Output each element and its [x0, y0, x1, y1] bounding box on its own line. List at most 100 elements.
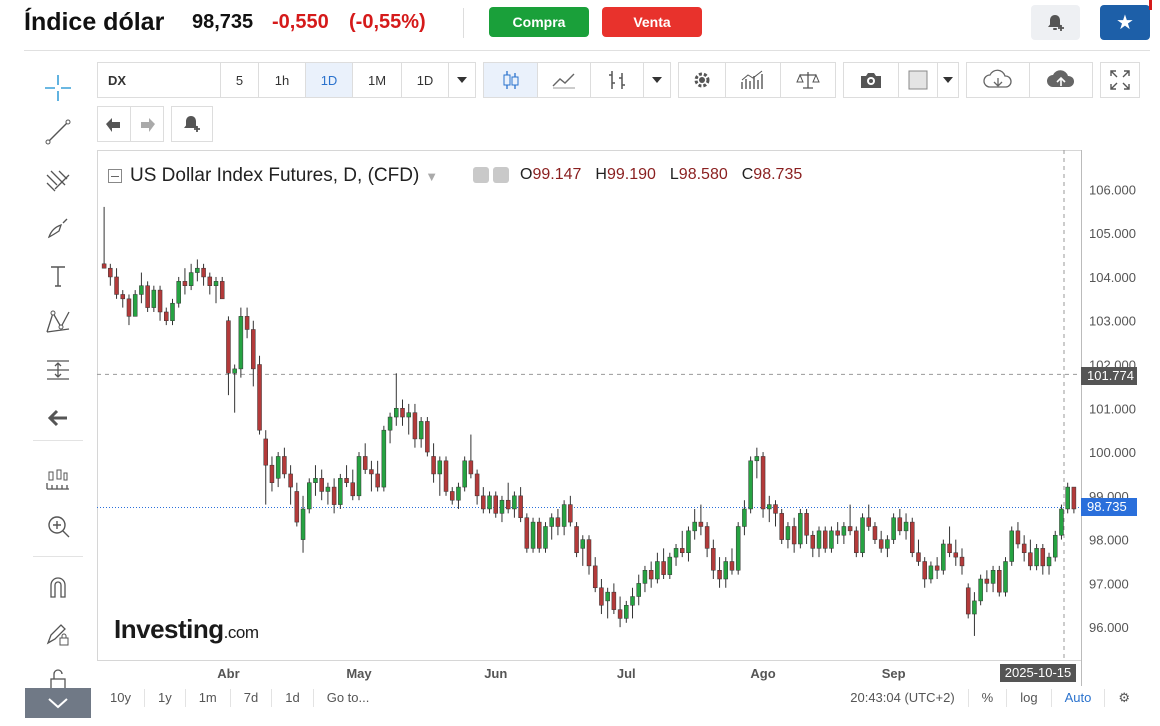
trendline-tool[interactable]: [38, 114, 78, 150]
visibility-icon[interactable]: [473, 167, 489, 183]
auto-scale-button[interactable]: Auto: [1052, 689, 1106, 707]
candle-body: [568, 504, 573, 523]
candle-body: [157, 289, 163, 313]
candle-body: [1071, 486, 1077, 510]
buy-button[interactable]: Compra: [489, 7, 589, 37]
color-box-icon: [908, 70, 928, 90]
candle-body: [704, 526, 710, 549]
trendline-icon: [45, 119, 71, 145]
hide-drawings-tool[interactable]: [38, 400, 78, 436]
color-picker[interactable]: [898, 62, 938, 98]
range-1m[interactable]: 1m: [186, 689, 231, 707]
chart-alert-button[interactable]: [171, 106, 213, 142]
crosshair-icon: [45, 75, 71, 101]
bars-button[interactable]: [590, 62, 644, 98]
range-10y[interactable]: 10y: [97, 689, 145, 707]
measure-tool[interactable]: [38, 352, 78, 388]
symbol-field[interactable]: DX: [97, 62, 221, 98]
chart-type-dropdown[interactable]: [643, 62, 671, 98]
candle-body: [307, 482, 312, 510]
x-tick-label: Ago: [750, 666, 775, 681]
interval-1d[interactable]: 1D: [305, 62, 353, 98]
save-chart-button[interactable]: [1029, 62, 1093, 98]
collapse-legend-icon[interactable]: [108, 169, 122, 183]
candle-body: [1052, 534, 1058, 558]
candle-body: [282, 456, 287, 475]
interval-1h[interactable]: 1h: [258, 62, 306, 98]
snapshot-button[interactable]: [843, 62, 899, 98]
candle-body: [425, 421, 430, 453]
candle-body: [686, 530, 691, 553]
percent-scale-button[interactable]: %: [969, 689, 1008, 707]
range-1d[interactable]: 1d: [272, 689, 314, 707]
pattern-tool[interactable]: [38, 304, 78, 340]
compare-button[interactable]: [780, 62, 836, 98]
candle-body: [816, 530, 822, 549]
goto-date-button[interactable]: Go to...: [314, 689, 383, 707]
ohlc-values: O99.147 H99.190 L98.580 C98.735: [520, 166, 802, 184]
candle-body: [636, 583, 641, 597]
header-rule: [24, 50, 1150, 51]
candle-body: [872, 526, 878, 540]
x-tick-label: Sep: [882, 666, 906, 681]
candle-body: [530, 521, 536, 549]
text-tool[interactable]: [38, 258, 78, 294]
interval-1m[interactable]: 1M: [352, 62, 402, 98]
candle-body: [1015, 530, 1021, 545]
candle-body: [885, 539, 890, 549]
star-icon: ★: [1116, 12, 1134, 34]
ruler-tool[interactable]: [38, 462, 78, 498]
brush-tool[interactable]: [38, 210, 78, 246]
gear-icon: ⚙: [1118, 690, 1130, 705]
redo-button[interactable]: [130, 106, 164, 142]
color-dropdown[interactable]: [937, 62, 959, 98]
interval-5[interactable]: 5: [220, 62, 259, 98]
price-chart[interactable]: 106.000 105.000 104.000 103.000 102.000 101.0…: [97, 150, 1136, 686]
range-7d[interactable]: 7d: [231, 689, 273, 707]
interval-select[interactable]: 1D: [401, 62, 449, 98]
scale-settings-button[interactable]: ⚙: [1105, 689, 1143, 707]
lock-drawing-tool[interactable]: [38, 616, 78, 652]
undo-button[interactable]: [97, 106, 131, 142]
watchlist-button[interactable]: ★: [1100, 5, 1150, 40]
expand-toolbar-button[interactable]: [25, 688, 91, 718]
candle-body: [244, 316, 250, 330]
fib-tool[interactable]: [38, 162, 78, 198]
candle-body: [642, 570, 648, 584]
candle-body: [101, 263, 107, 269]
candle-body: [437, 460, 443, 475]
zoom-tool[interactable]: [38, 508, 78, 544]
line-chart-button[interactable]: [537, 62, 591, 98]
interval-dropdown[interactable]: [448, 62, 476, 98]
candle-body: [810, 534, 816, 549]
legend-gear-icon[interactable]: [493, 167, 509, 183]
chart-canvas[interactable]: 106.000105.000104.000103.000102.000101.0…: [97, 150, 1143, 686]
magnet-tool[interactable]: [38, 570, 78, 606]
corner-accent: [1149, 0, 1152, 10]
candle-body: [978, 578, 983, 602]
compare-icon: [796, 72, 820, 89]
chevron-down-icon: [48, 698, 68, 709]
candle-body: [1040, 548, 1046, 567]
candle-body: [387, 416, 393, 431]
candle-body: [953, 552, 959, 558]
candle-body: [362, 456, 368, 470]
price-change: -0,550: [272, 11, 329, 33]
add-alert-button[interactable]: [1031, 5, 1080, 40]
legend-caret-icon[interactable]: ▼: [425, 169, 438, 184]
log-scale-button[interactable]: log: [1007, 689, 1052, 707]
x-tick-label: May: [346, 666, 372, 681]
candle-body: [910, 521, 915, 553]
fullscreen-button[interactable]: [1100, 62, 1140, 98]
candle-body: [1065, 486, 1070, 510]
indicators-button[interactable]: [725, 62, 781, 98]
candle-body: [176, 281, 181, 304]
load-chart-button[interactable]: [966, 62, 1030, 98]
range-1y[interactable]: 1y: [145, 689, 186, 707]
candle-body: [319, 478, 324, 492]
candles-icon: [503, 71, 518, 89]
sell-button[interactable]: Venta: [602, 7, 702, 37]
crosshair-tool[interactable]: [38, 70, 78, 106]
candles-button[interactable]: [483, 62, 538, 98]
settings-button[interactable]: [678, 62, 726, 98]
